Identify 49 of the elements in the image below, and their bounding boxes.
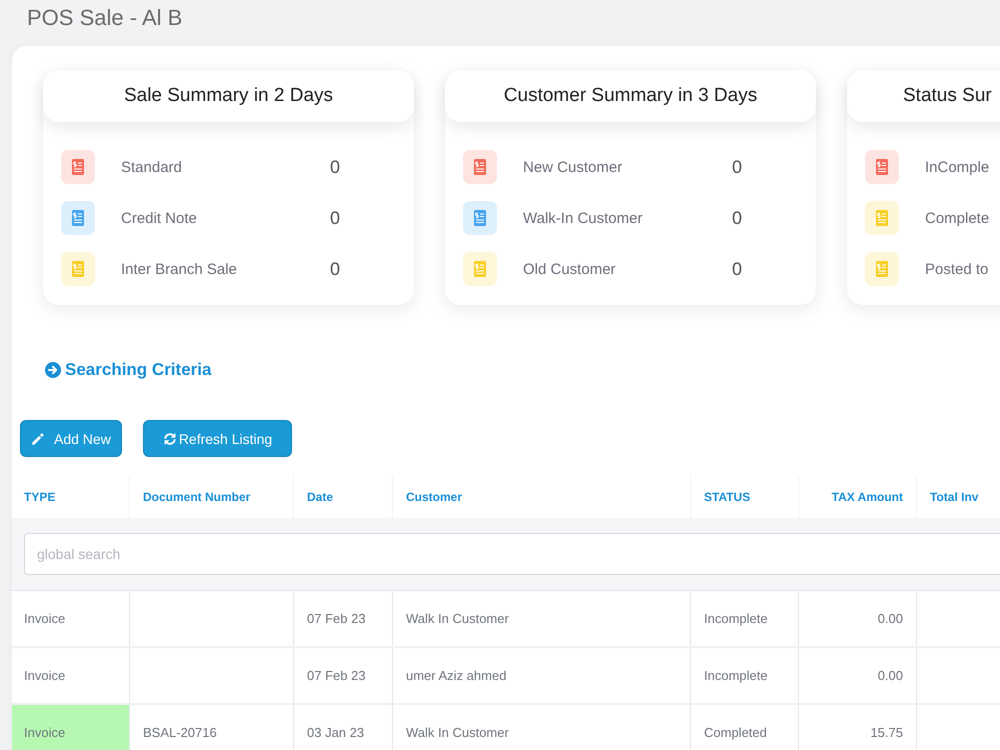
table-cell: Incomplete bbox=[691, 648, 799, 703]
table-cell: Invoice bbox=[12, 591, 130, 646]
table-cell: 0.00 bbox=[799, 591, 917, 646]
pencil-icon bbox=[31, 432, 45, 446]
summary-label: Standard bbox=[121, 158, 183, 176]
table-cell: Invoice bbox=[12, 648, 130, 703]
global-search-field[interactable]: global search bbox=[24, 533, 1000, 575]
refresh-icon bbox=[162, 432, 177, 446]
column-header[interactable]: STATUS bbox=[704, 490, 750, 504]
summary-label: InComple bbox=[925, 158, 990, 176]
table-cell: Completed bbox=[691, 705, 799, 750]
column-header[interactable]: Date bbox=[307, 490, 334, 504]
summary-label: Walk-In Customer bbox=[523, 210, 644, 226]
table-cell: BSAL-20716 bbox=[130, 705, 294, 750]
column-header[interactable]: TYPE bbox=[24, 490, 56, 504]
table-cell: umer Aziz ahmed bbox=[393, 648, 691, 703]
summary-count: 0 bbox=[328, 156, 341, 178]
add-button[interactable]: Add New bbox=[20, 420, 122, 457]
summary-label: Complete bbox=[925, 210, 990, 226]
summary-count: 0 bbox=[730, 258, 743, 280]
summary-label: Old Customer bbox=[523, 260, 617, 278]
card-title: Status Sur bbox=[847, 70, 1000, 122]
searching-criteria-link[interactable]: Searching Criteria bbox=[45, 358, 212, 382]
column-header[interactable]: Document Number bbox=[143, 490, 250, 504]
table-cell: 03 Jan 23 bbox=[294, 705, 393, 750]
summary-label: Posted to bbox=[925, 260, 990, 278]
table-cell: 07 Feb 23 bbox=[294, 591, 393, 646]
table-cell: 15.75 bbox=[799, 705, 917, 750]
summary-count: 0 bbox=[328, 258, 341, 280]
summary-count: 0 bbox=[328, 208, 341, 228]
table-cell: Incomplete bbox=[691, 591, 799, 646]
table-cell: Walk In Customer bbox=[393, 705, 691, 750]
page-title: POS Sale - Al B bbox=[26, 4, 182, 31]
summary-label: New Customer bbox=[523, 158, 624, 176]
column-header[interactable]: TAX Amount bbox=[832, 490, 903, 504]
table-cell: 0.00 bbox=[799, 648, 917, 703]
table-cell: Walk In Customer bbox=[393, 591, 691, 646]
arrow-circle-icon bbox=[45, 362, 61, 378]
summary-label: Inter Branch Sale bbox=[121, 260, 238, 278]
table-cell: 07 Feb 23 bbox=[294, 648, 393, 703]
refresh-button[interactable]: Refresh Listing bbox=[142, 420, 292, 457]
table-cell: Invoice bbox=[12, 705, 130, 750]
column-header[interactable]: Total Inv bbox=[930, 490, 978, 504]
summary-count: 0 bbox=[730, 156, 743, 178]
card-title: Sale Summary in 2 Days bbox=[43, 70, 414, 122]
summary-label: Credit Note bbox=[121, 210, 198, 226]
summary-count: 0 bbox=[730, 208, 743, 228]
column-header[interactable]: Customer bbox=[406, 490, 462, 504]
card-title: Customer Summary in 3 Days bbox=[445, 70, 816, 122]
